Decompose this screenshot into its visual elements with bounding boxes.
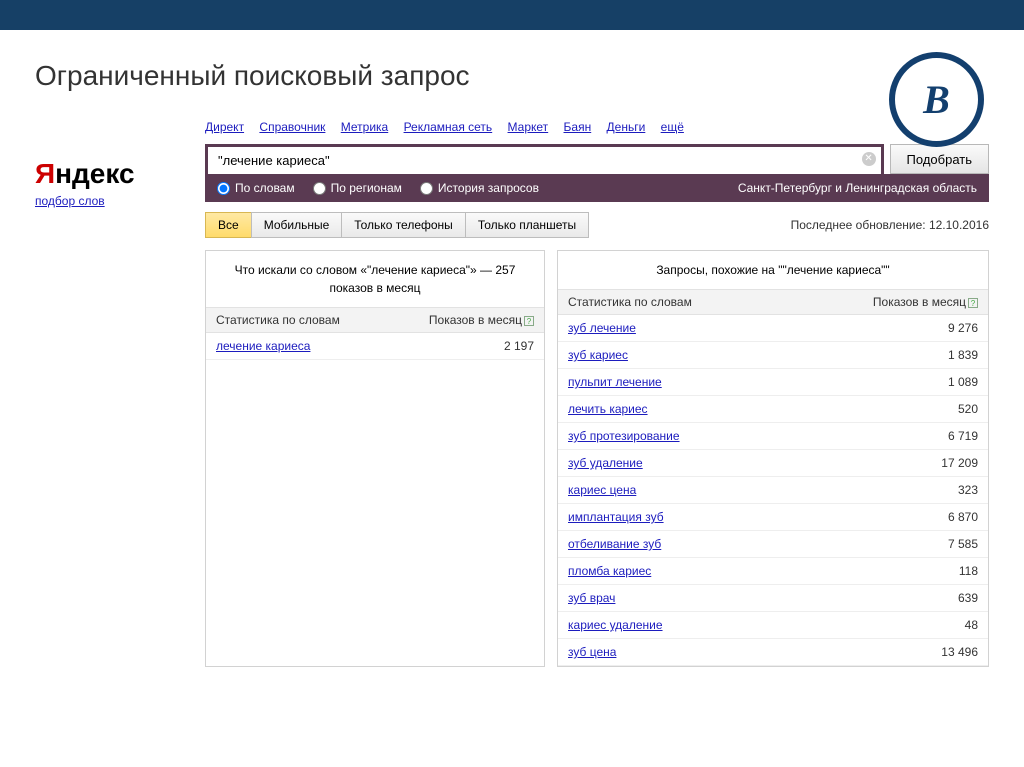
- shows-count: 323: [788, 477, 988, 504]
- help-icon[interactable]: ?: [524, 316, 534, 326]
- radio-by-words[interactable]: По словам: [217, 181, 295, 195]
- keyword-link[interactable]: отбеливание зуб: [568, 537, 661, 551]
- col-stat: Статистика по словам: [206, 308, 387, 333]
- search-box: ✕: [205, 144, 884, 174]
- shows-count: 48: [788, 612, 988, 639]
- shows-count: 1 839: [788, 342, 988, 369]
- table-row: зуб цена 13 496: [558, 639, 988, 666]
- shows-count: 17 209: [788, 450, 988, 477]
- table-row: зуб врач 639: [558, 585, 988, 612]
- table-row: пломба кариес 118: [558, 558, 988, 585]
- keyword-link[interactable]: зуб протезирование: [568, 429, 680, 443]
- table-row: зуб удаление 17 209: [558, 450, 988, 477]
- table-row: кариес цена 323: [558, 477, 988, 504]
- search-input[interactable]: [205, 144, 884, 174]
- tab-all[interactable]: Все: [205, 212, 252, 238]
- link-bayan[interactable]: Баян: [564, 120, 592, 134]
- yandex-logo-rest: ндекс: [55, 158, 134, 189]
- wordstat-link[interactable]: подбор слов: [35, 194, 105, 208]
- tab-tablets[interactable]: Только планшеты: [465, 212, 589, 238]
- link-market[interactable]: Маркет: [508, 120, 549, 134]
- col-stat-r: Статистика по словам: [558, 290, 788, 315]
- keyword-link[interactable]: кариес удаление: [568, 618, 663, 632]
- left-panel: Что искали со словом «"лечение кариеса"»…: [205, 250, 545, 667]
- link-metrika[interactable]: Метрика: [341, 120, 388, 134]
- table-row: отбеливание зуб 7 585: [558, 531, 988, 558]
- keyword-link[interactable]: лечить кариес: [568, 402, 648, 416]
- last-update: Последнее обновление: 12.10.2016: [791, 218, 989, 232]
- keyword-link[interactable]: лечение кариеса: [216, 339, 310, 353]
- keyword-link[interactable]: зуб врач: [568, 591, 615, 605]
- radio-by-words-label: По словам: [235, 181, 295, 195]
- region-label[interactable]: Санкт-Петербург и Ленинградская область: [738, 181, 977, 195]
- shows-count: 639: [788, 585, 988, 612]
- table-row: зуб протезирование 6 719: [558, 423, 988, 450]
- shows-count: 6 719: [788, 423, 988, 450]
- table-row: зуб кариес 1 839: [558, 342, 988, 369]
- table-row: кариес удаление 48: [558, 612, 988, 639]
- page-title: Ограниченный поисковый запрос: [35, 60, 989, 92]
- right-table: Статистика по словам Показов в месяц? зу…: [558, 289, 988, 666]
- keyword-link[interactable]: имплантация зуб: [568, 510, 664, 524]
- shows-count: 9 276: [788, 315, 988, 342]
- radio-history[interactable]: История запросов: [420, 181, 539, 195]
- keyword-link[interactable]: зуб лечение: [568, 321, 636, 335]
- filter-bar: По словам По регионам История запросов С…: [205, 174, 989, 202]
- right-panel: Запросы, похожие на ""лечение кариеса"" …: [557, 250, 989, 667]
- shows-count: 2 197: [387, 333, 544, 360]
- link-sprav[interactable]: Справочник: [259, 120, 325, 134]
- tab-mobile[interactable]: Мобильные: [251, 212, 343, 238]
- shows-count: 520: [788, 396, 988, 423]
- yandex-logo-y: Я: [35, 158, 55, 189]
- clear-icon[interactable]: ✕: [862, 152, 876, 166]
- link-direct[interactable]: Директ: [205, 120, 244, 134]
- keyword-link[interactable]: пульпит лечение: [568, 375, 662, 389]
- keyword-link[interactable]: зуб цена: [568, 645, 616, 659]
- link-ad-network[interactable]: Рекламная сеть: [404, 120, 493, 134]
- keyword-link[interactable]: зуб кариес: [568, 348, 628, 362]
- yandex-logo: Яндекс: [35, 158, 205, 190]
- right-panel-title: Запросы, похожие на ""лечение кариеса"": [558, 251, 988, 289]
- yandex-sidebar: Яндекс подбор слов: [35, 120, 205, 667]
- table-row: пульпит лечение 1 089: [558, 369, 988, 396]
- left-table: Статистика по словам Показов в месяц? ле…: [206, 307, 544, 360]
- shows-count: 6 870: [788, 504, 988, 531]
- top-service-links: Директ Справочник Метрика Рекламная сеть…: [205, 120, 989, 134]
- table-row: лечить кариес 520: [558, 396, 988, 423]
- col-shows: Показов в месяц?: [387, 308, 544, 333]
- radio-by-regions-label: По регионам: [331, 181, 402, 195]
- tab-phones[interactable]: Только телефоны: [341, 212, 466, 238]
- table-row: зуб лечение 9 276: [558, 315, 988, 342]
- link-money[interactable]: Деньги: [607, 120, 646, 134]
- submit-button[interactable]: Подобрать: [890, 144, 989, 174]
- slide-top-bar: [0, 0, 1024, 30]
- left-panel-title: Что искали со словом «"лечение кариеса"»…: [206, 251, 544, 307]
- hse-logo: В: [889, 52, 984, 147]
- help-icon[interactable]: ?: [968, 298, 978, 308]
- col-shows-r: Показов в месяц?: [788, 290, 988, 315]
- shows-count: 1 089: [788, 369, 988, 396]
- link-more[interactable]: ещё: [661, 120, 684, 134]
- radio-by-regions[interactable]: По регионам: [313, 181, 402, 195]
- radio-history-label: История запросов: [438, 181, 539, 195]
- hse-logo-letter: В: [923, 76, 950, 123]
- keyword-link[interactable]: кариес цена: [568, 483, 636, 497]
- table-row: имплантация зуб 6 870: [558, 504, 988, 531]
- shows-count: 13 496: [788, 639, 988, 666]
- shows-count: 7 585: [788, 531, 988, 558]
- keyword-link[interactable]: пломба кариес: [568, 564, 651, 578]
- table-row: лечение кариеса 2 197: [206, 333, 544, 360]
- shows-count: 118: [788, 558, 988, 585]
- keyword-link[interactable]: зуб удаление: [568, 456, 643, 470]
